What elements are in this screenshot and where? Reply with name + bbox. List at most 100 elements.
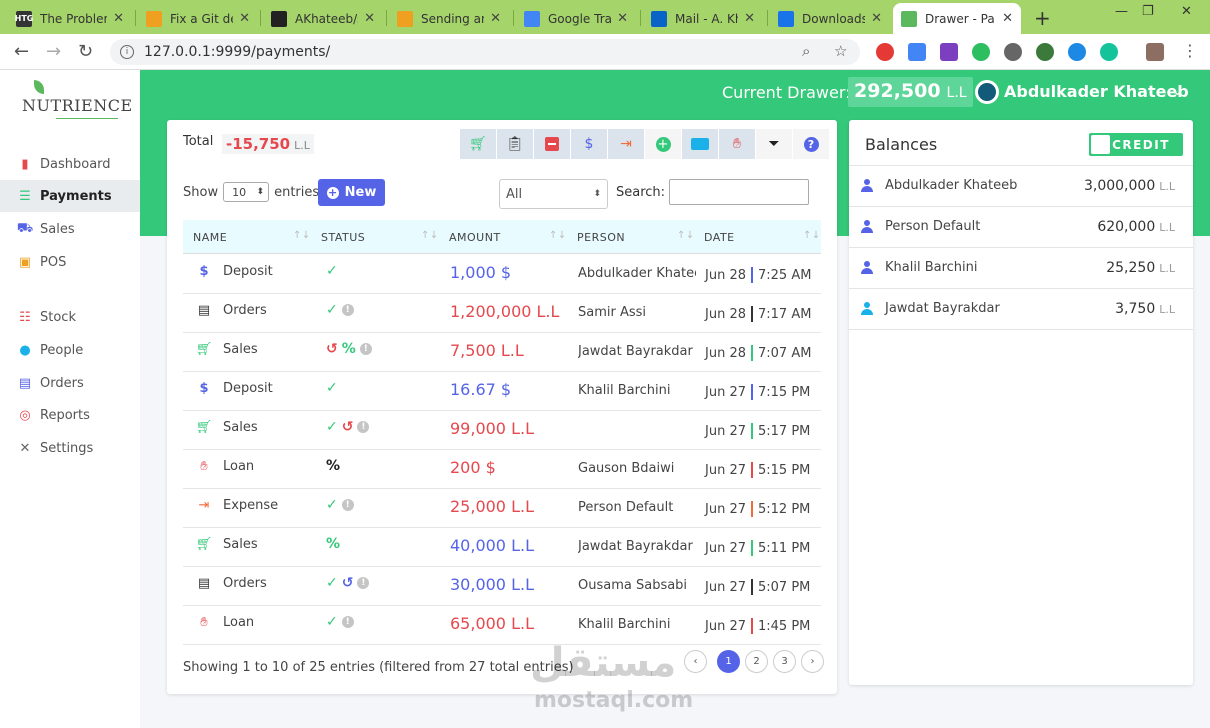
sidebar-item-people[interactable]: ● People — [0, 334, 140, 366]
extension-grammarly-icon[interactable] — [1100, 43, 1118, 61]
browser-tab[interactable]: HTG The Problem ✕ — [8, 3, 132, 34]
filter-sales-button[interactable]: 🛒︎ — [460, 129, 497, 159]
extension-globe-icon[interactable] — [1036, 43, 1054, 61]
table-row[interactable]: ⇥ Expense ✓! 25,000 L.L Person Default Jun 27… — [183, 489, 821, 528]
new-payment-button[interactable]: + New — [318, 179, 385, 206]
close-window-icon[interactable]: ✕ — [1181, 4, 1192, 19]
page-length-select[interactable]: 10 — [223, 182, 270, 202]
column-header-amount[interactable]: AMOUNT — [449, 231, 501, 244]
next-page-button[interactable]: › — [801, 650, 824, 673]
balance-row[interactable]: Person Default 620,000 L.L — [849, 207, 1193, 248]
table-row[interactable]: 🛒︎ Sales ✓ ↺! 99,000 L.L Jun 27 5:17 PM — [183, 411, 821, 450]
info-icon[interactable]: i — [120, 45, 134, 59]
new-tab-button[interactable]: + — [1034, 6, 1051, 30]
sort-icon[interactable]: ↑↓ — [803, 230, 821, 241]
table-row[interactable]: $ Deposit ✓ 1,000 $ Abdulkader Khateeb Jun 28… — [183, 255, 821, 294]
sort-icon[interactable]: ↑↓ — [293, 230, 311, 241]
sidebar-item-settings[interactable]: ✕ Settings — [0, 432, 140, 464]
table-row[interactable]: ▤ Orders ✓! 1,200,000 L.L Samir Assi Jun 28 7:… — [183, 294, 821, 333]
browser-tab[interactable]: Downloads ✕ — [770, 3, 890, 34]
forward-icon[interactable]: → — [46, 41, 61, 62]
column-header-person[interactable]: PERSON — [577, 231, 625, 244]
type-filter-select[interactable]: All — [499, 179, 608, 209]
filter-expense-button[interactable]: ⇥ — [608, 129, 645, 159]
browser-tab[interactable]: AKhateeb/s ✕ — [263, 3, 383, 34]
tab-close-icon[interactable]: ✕ — [113, 11, 124, 26]
table-row[interactable]: ✋︎ Loan ✓! 65,000 L.L Khalil Barchini Jun 27 1… — [183, 606, 821, 645]
sidebar-item-sales[interactable]: ⛟ Sales — [0, 213, 140, 245]
table-row[interactable]: ▤ Orders ✓ ↺! 30,000 L.L Ousama Sabsabi Jun 27… — [183, 567, 821, 606]
browser-tab[interactable]: Sending an ✕ — [389, 3, 509, 34]
restore-icon[interactable]: ❐ — [1142, 4, 1154, 19]
extension-blue-icon[interactable] — [1068, 43, 1086, 61]
url-input[interactable]: i 127.0.0.1:9999/payments/ ⌕ ☆ — [110, 39, 860, 65]
prev-page-button[interactable]: ‹ — [684, 650, 707, 673]
help-button[interactable]: ? — [793, 129, 830, 159]
brand-logo[interactable]: NUTRIENCE — [22, 80, 132, 120]
filter-card-button[interactable] — [682, 129, 719, 159]
filter-funnel-button[interactable]: ⏷ — [756, 129, 793, 159]
sidebar-item-reports[interactable]: ◎ Reports — [0, 399, 140, 431]
credit-toggle[interactable]: CREDIT — [1089, 133, 1183, 156]
minimize-icon[interactable]: — — [1115, 4, 1128, 19]
sidebar-item-dashboard[interactable]: ▮ Dashboard — [0, 148, 140, 180]
page-button[interactable]: 1 — [717, 650, 740, 673]
table-row[interactable]: $ Deposit ✓ 16.67 $ Khalil Barchini Jun 27 7:1… — [183, 372, 821, 411]
balance-row[interactable]: Jawdat Bayrakdar 3,750 L.L — [849, 289, 1193, 330]
sidebar-item-payments[interactable]: ☰ Payments — [0, 180, 140, 212]
extension-adblock-icon[interactable] — [876, 43, 894, 61]
tab-close-icon[interactable]: ✕ — [490, 11, 501, 26]
filter-deposit-button[interactable]: $ — [571, 129, 608, 159]
info-icon[interactable]: ! — [341, 616, 354, 628]
page-button[interactable]: 2 — [745, 650, 768, 673]
info-icon[interactable]: ! — [357, 421, 370, 433]
back-icon[interactable]: ← — [14, 41, 29, 62]
extension-cube-icon[interactable] — [940, 43, 958, 61]
sort-icon[interactable]: ↑↓ — [421, 230, 439, 241]
extension-gray-icon[interactable] — [1004, 43, 1022, 61]
tab-close-icon[interactable]: ✕ — [1002, 11, 1013, 26]
info-icon[interactable]: ! — [341, 304, 354, 316]
browser-tab[interactable]: Fix a Git det ✕ — [138, 3, 258, 34]
profile-avatar[interactable] — [1146, 43, 1164, 61]
sort-icon[interactable]: ↑↓ — [677, 230, 695, 241]
menu-dots-icon[interactable]: ⋮ — [1182, 41, 1198, 60]
info-icon[interactable]: ! — [341, 499, 354, 511]
reload-icon[interactable]: ↻ — [78, 41, 93, 62]
table-row[interactable]: ✋︎ Loan% 200 $ Gauson Bdaiwi Jun 27 5:15 PM — [183, 450, 821, 489]
chevron-down-icon[interactable]: ⌄ — [1172, 84, 1183, 99]
tab-close-icon[interactable]: ✕ — [871, 11, 882, 26]
browser-tab[interactable]: Google Tran ✕ — [516, 3, 636, 34]
tab-close-icon[interactable]: ✕ — [239, 11, 250, 26]
table-row[interactable]: 🛒︎ Sales ↺%! 7,500 L.L Jawdat Bayrakdar Jun 2… — [183, 333, 821, 372]
tab-close-icon[interactable]: ✕ — [364, 11, 375, 26]
sort-icon[interactable]: ↑↓ — [549, 230, 567, 241]
search-input[interactable] — [669, 179, 809, 205]
sidebar-item-orders[interactable]: ▤ Orders — [0, 367, 140, 399]
zoom-icon[interactable]: ⌕ — [802, 42, 810, 60]
column-header-name[interactable]: NAME — [193, 231, 227, 244]
user-menu[interactable]: Abdulkader Khateeb — [1004, 82, 1189, 101]
balance-row[interactable]: Abdulkader Khateeb 3,000,000 L.L — [849, 166, 1193, 207]
info-icon[interactable]: ! — [357, 577, 370, 589]
tab-close-icon[interactable]: ✕ — [617, 11, 628, 26]
table-row[interactable]: 🛒︎ Sales% 40,000 L.L Jawdat Bayrakdar Jun 27… — [183, 528, 821, 567]
user-avatar[interactable] — [975, 80, 999, 104]
bookmark-star-icon[interactable]: ☆ — [834, 42, 847, 60]
browser-tab[interactable]: Mail - A. Kh ✕ — [643, 3, 763, 34]
column-header-date[interactable]: DATE — [704, 231, 735, 244]
page-button[interactable]: 3 — [773, 650, 796, 673]
sidebar-item-stock[interactable]: ☷ Stock — [0, 301, 140, 333]
extension-translate-icon[interactable] — [908, 43, 926, 61]
filter-add-button[interactable]: + — [645, 129, 682, 159]
balance-row[interactable]: Khalil Barchini 25,250 L.L — [849, 248, 1193, 289]
column-header-status[interactable]: STATUS — [321, 231, 365, 244]
sidebar-item-pos[interactable]: ▣ POS — [0, 246, 140, 278]
extension-evernote-icon[interactable] — [972, 43, 990, 61]
filter-loan-button[interactable]: ✋︎ — [719, 129, 756, 159]
tab-close-icon[interactable]: ✕ — [744, 11, 755, 26]
browser-tab[interactable]: Drawer - Pa ✕ — [893, 3, 1021, 34]
filter-orders-button[interactable]: 📋︎ — [497, 129, 534, 159]
info-icon[interactable]: ! — [359, 343, 372, 355]
filter-minus-button[interactable] — [534, 129, 571, 159]
